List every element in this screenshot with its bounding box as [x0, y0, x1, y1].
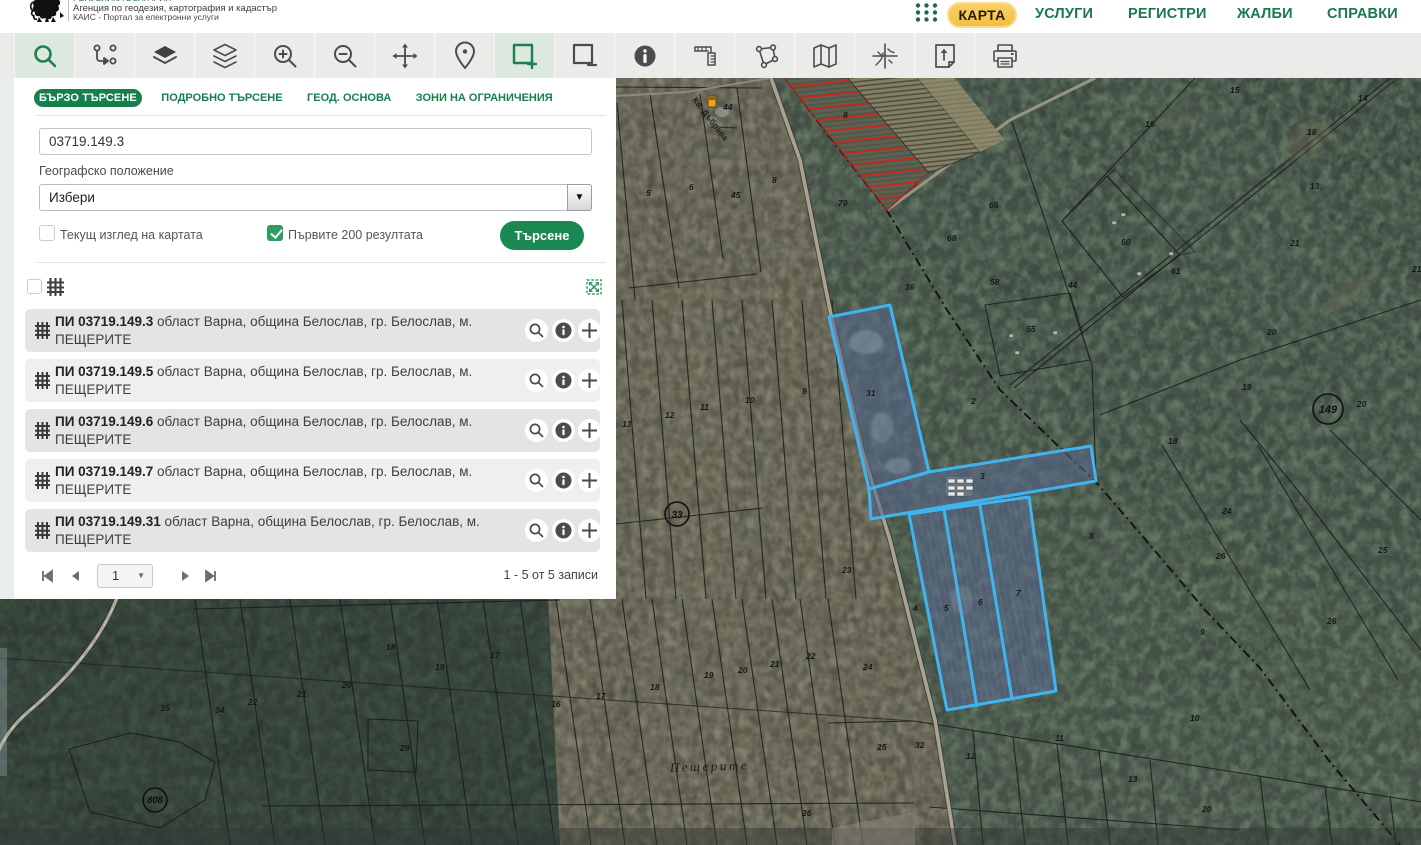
svg-text:9: 9 — [1200, 627, 1205, 637]
svg-text:66: 66 — [989, 200, 999, 210]
svg-text:45: 45 — [730, 190, 741, 200]
svg-text:23: 23 — [841, 565, 852, 575]
svg-text:28: 28 — [399, 743, 410, 753]
svg-text:25: 25 — [1377, 545, 1388, 555]
svg-text:20: 20 — [341, 680, 352, 690]
svg-text:18: 18 — [386, 642, 396, 652]
svg-text:26: 26 — [1326, 616, 1337, 626]
svg-text:18: 18 — [650, 682, 660, 692]
svg-text:20: 20 — [1201, 804, 1212, 814]
svg-text:26: 26 — [801, 808, 812, 818]
svg-text:6: 6 — [978, 597, 983, 607]
svg-text:24: 24 — [1221, 506, 1232, 516]
svg-text:22: 22 — [247, 697, 258, 707]
svg-text:24: 24 — [862, 662, 873, 672]
svg-text:35: 35 — [160, 703, 170, 713]
svg-text:14: 14 — [1358, 93, 1368, 103]
svg-text:26: 26 — [1215, 551, 1226, 561]
svg-text:19: 19 — [435, 662, 445, 672]
svg-text:31: 31 — [866, 388, 876, 398]
svg-text:18: 18 — [1307, 127, 1317, 137]
svg-text:22: 22 — [805, 651, 816, 661]
svg-text:44: 44 — [1067, 280, 1078, 290]
svg-text:17: 17 — [490, 650, 501, 660]
svg-text:60: 60 — [1121, 237, 1131, 247]
svg-text:15: 15 — [1230, 85, 1240, 95]
svg-text:2: 2 — [970, 396, 976, 406]
svg-text:61: 61 — [1171, 266, 1181, 276]
svg-text:21: 21 — [1411, 264, 1421, 274]
svg-text:13: 13 — [622, 419, 632, 429]
svg-text:20: 20 — [737, 665, 748, 675]
svg-text:44: 44 — [722, 102, 733, 112]
svg-text:5: 5 — [944, 603, 949, 613]
svg-text:58: 58 — [990, 277, 1000, 287]
svg-text:12: 12 — [966, 751, 976, 761]
svg-text:6: 6 — [689, 182, 694, 192]
svg-text:36: 36 — [905, 282, 915, 292]
svg-text:20: 20 — [1356, 399, 1367, 409]
svg-text:149: 149 — [1319, 404, 1338, 416]
svg-text:16: 16 — [1145, 119, 1155, 129]
svg-text:9: 9 — [802, 386, 807, 396]
svg-text:32: 32 — [915, 740, 925, 750]
svg-text:808: 808 — [147, 795, 162, 805]
svg-text:4: 4 — [912, 603, 918, 613]
svg-text:8: 8 — [1089, 531, 1094, 541]
svg-text:20: 20 — [1266, 327, 1277, 337]
svg-text:21: 21 — [769, 659, 780, 669]
svg-text:21: 21 — [296, 689, 307, 699]
svg-text:11: 11 — [1055, 733, 1064, 743]
svg-text:10: 10 — [1190, 713, 1200, 723]
svg-text:19: 19 — [1242, 382, 1252, 392]
svg-text:8: 8 — [772, 175, 777, 185]
svg-text:11: 11 — [700, 402, 709, 412]
svg-text:18: 18 — [1168, 436, 1178, 446]
svg-text:68: 68 — [947, 233, 957, 243]
svg-text:33: 33 — [671, 510, 683, 521]
svg-text:16: 16 — [551, 699, 561, 709]
svg-text:21: 21 — [1289, 238, 1300, 248]
svg-text:19: 19 — [704, 670, 714, 680]
svg-text:Пещерите: Пещерите — [669, 757, 750, 775]
svg-text:55: 55 — [1026, 324, 1036, 334]
svg-text:34: 34 — [215, 705, 225, 715]
svg-text:13: 13 — [1128, 774, 1138, 784]
svg-text:79: 79 — [838, 198, 848, 208]
svg-text:13: 13 — [1310, 181, 1320, 191]
svg-text:17: 17 — [596, 691, 607, 701]
svg-text:12: 12 — [665, 410, 675, 420]
svg-text:10: 10 — [745, 395, 755, 405]
svg-text:3: 3 — [980, 471, 985, 481]
svg-text:5: 5 — [646, 188, 651, 198]
svg-text:8: 8 — [843, 110, 848, 120]
svg-text:25: 25 — [876, 742, 887, 752]
